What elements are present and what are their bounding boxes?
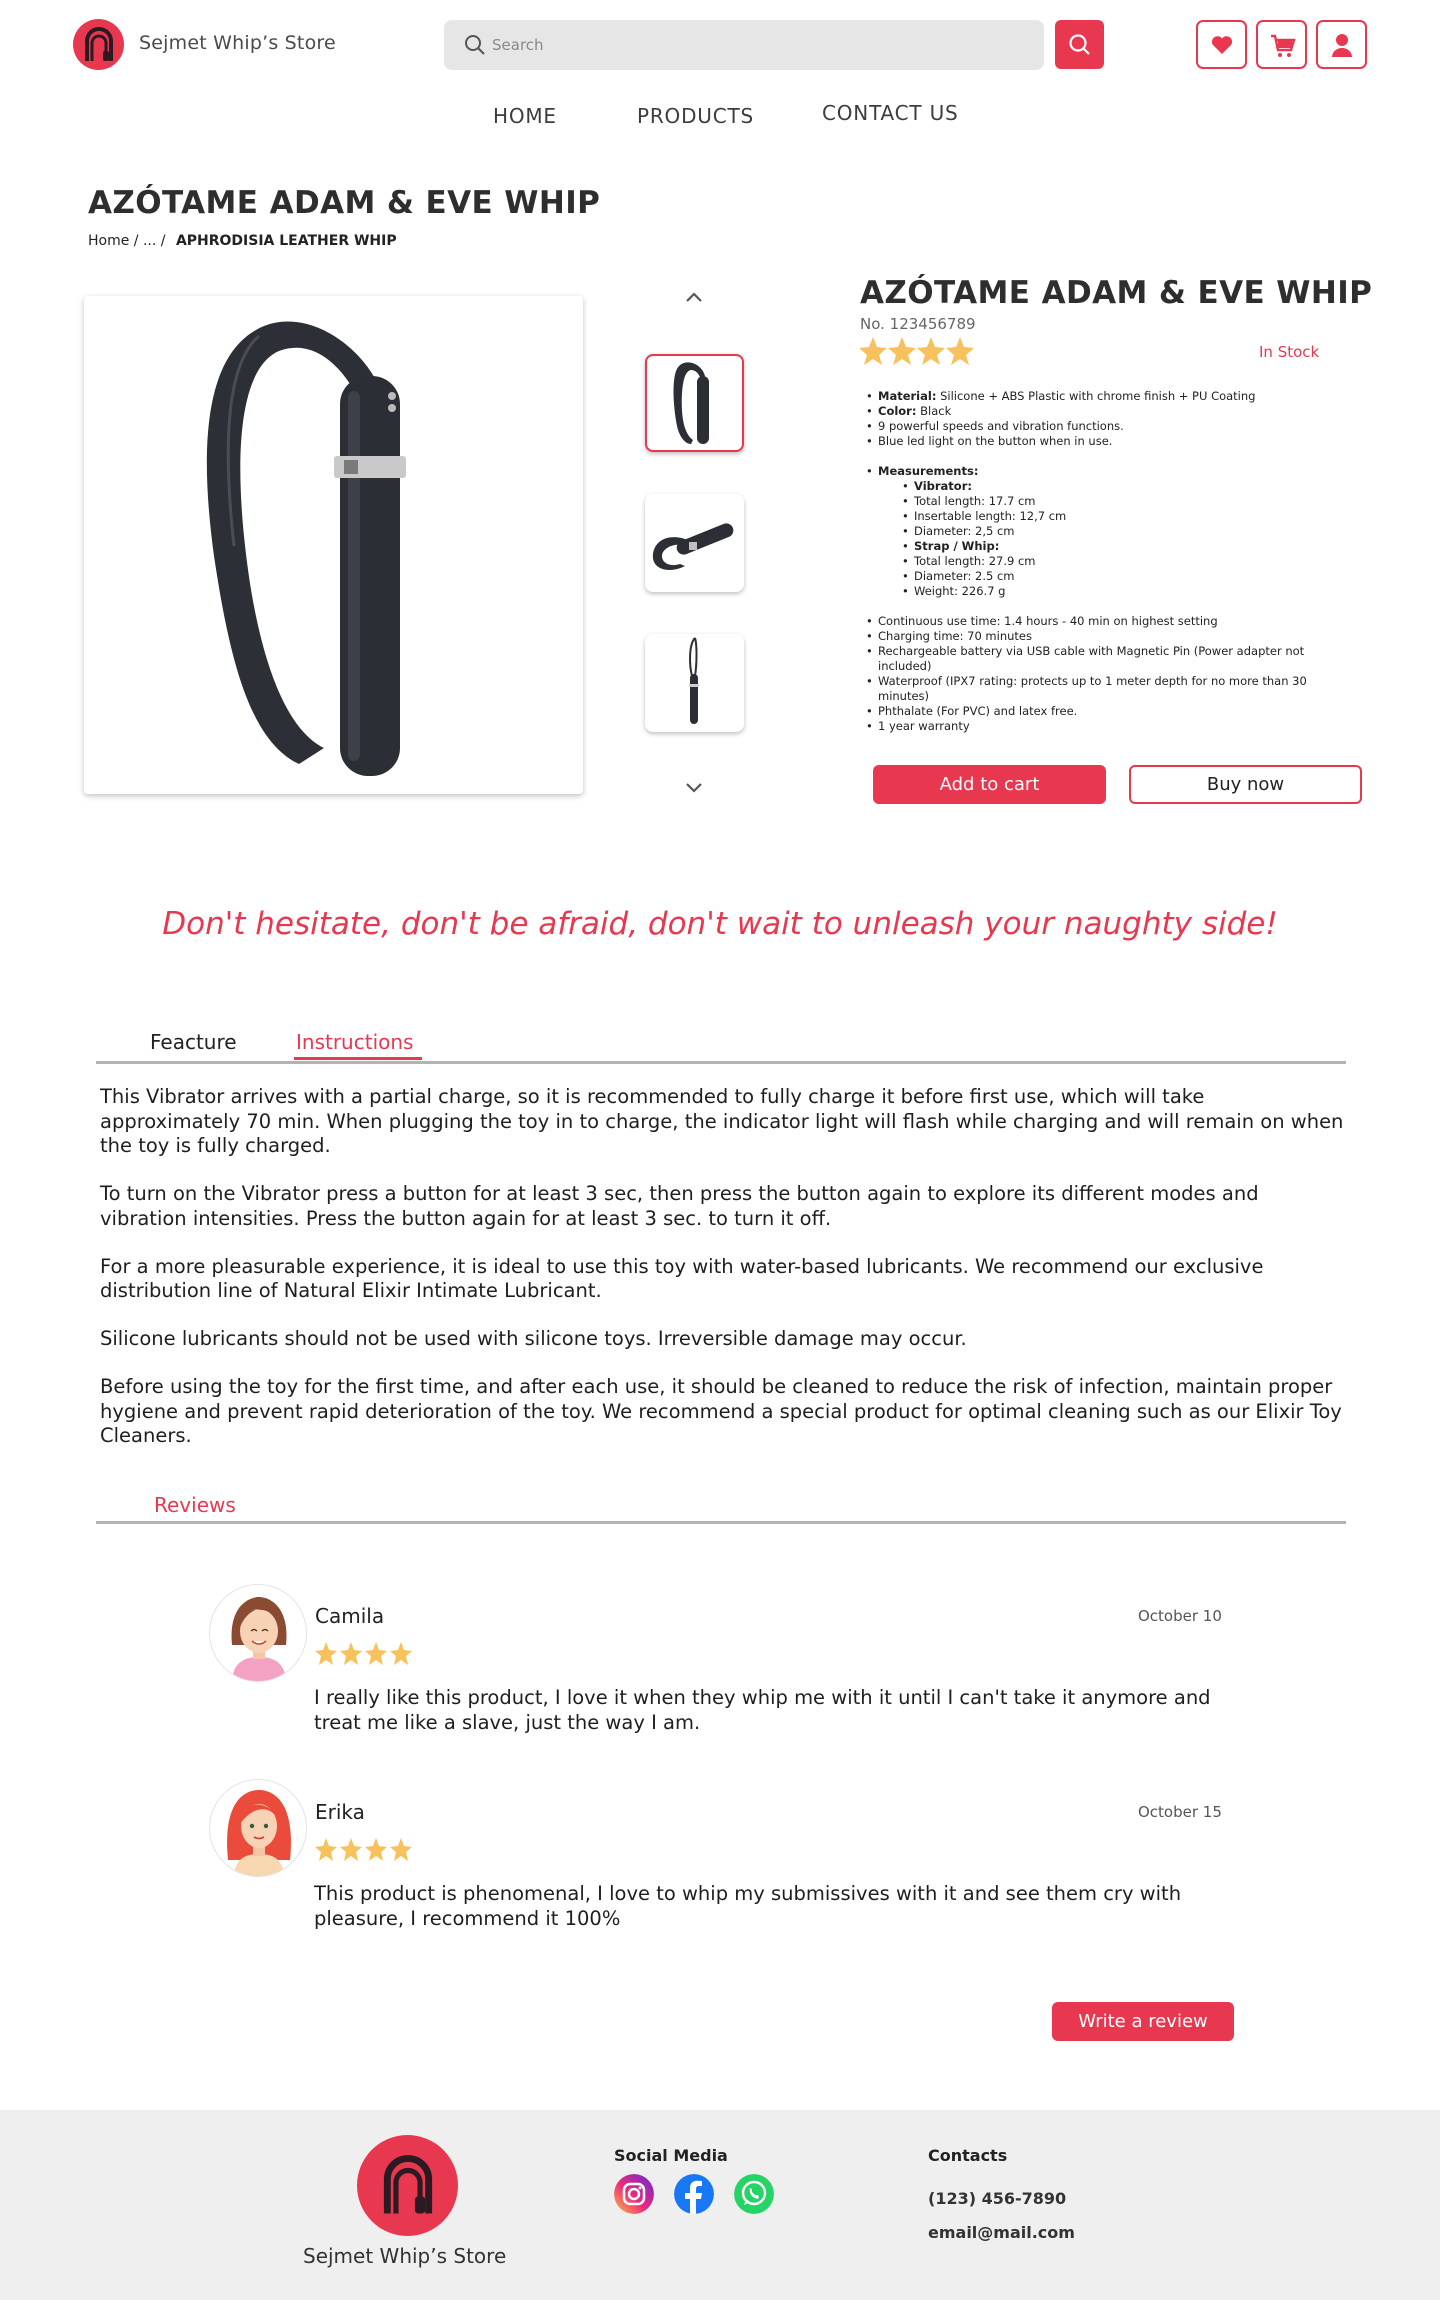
slogan: Don't hesitate, don't be afraid, don't w… (162, 906, 1278, 942)
spec-strap: Strap / Whip: (902, 539, 1336, 554)
review-rating (315, 1642, 412, 1665)
avatar (209, 1584, 307, 1682)
footer-store-name: Sejmet Whip’s Store (303, 2244, 507, 2268)
account-button[interactable] (1316, 20, 1367, 69)
contact-email[interactable]: email@mail.com (928, 2223, 1075, 2242)
contact-phone[interactable]: (123) 456-7890 (928, 2189, 1066, 2208)
whip-thumbnail-image (689, 637, 699, 724)
wishlist-button[interactable] (1196, 20, 1247, 69)
instruction-paragraph: This Vibrator arrives with a partial cha… (100, 1085, 1344, 1157)
whatsapp-icon[interactable] (734, 2174, 774, 2214)
logo-whip-icon (383, 2155, 433, 2214)
reviews-divider (96, 1521, 1346, 1524)
product-title: AZÓTAME ADAM & EVE WHIP (860, 275, 1373, 311)
tab-feature[interactable]: Feacture (150, 1030, 237, 1054)
whip-thumbnail-image (652, 523, 734, 570)
spec-battery: Rechargeable battery via USB cable with … (866, 644, 1336, 674)
thumbnail-1[interactable] (645, 354, 744, 452)
user-icon (1332, 34, 1352, 57)
thumbnail-2[interactable] (645, 494, 744, 592)
spec-use-time: Continuous use time: 1.4 hours - 40 min … (866, 614, 1336, 629)
spec-light: Blue led light on the button when in use… (866, 434, 1336, 449)
logo-whip-icon (85, 27, 113, 61)
review-text: This product is phenomenal, I love to wh… (314, 1882, 1182, 1930)
tab-instructions[interactable]: Instructions (296, 1030, 413, 1054)
footer (0, 2110, 1440, 2300)
cart-button[interactable] (1256, 20, 1307, 69)
spec-vibrator: Vibrator: (902, 479, 1336, 494)
store-logo[interactable] (73, 19, 124, 70)
avatar (209, 1779, 307, 1877)
stock-status: In Stock (1259, 343, 1320, 361)
spec-vib-total: Total length: 17.7 cm (902, 494, 1336, 509)
buy-now-button[interactable]: Buy now (1129, 765, 1362, 804)
whip-image (206, 321, 406, 776)
instruction-paragraph: To turn on the Vibrator press a button f… (100, 1182, 1259, 1230)
breadcrumb: Home / ... / APHRODISIA LEATHER WHIP (88, 233, 397, 249)
chevron-up-icon[interactable] (682, 287, 706, 307)
spec-phthalate: Phthalate (For PVC) and latex free. (866, 704, 1336, 719)
chevron-down-icon[interactable] (682, 778, 706, 798)
heart-icon (1211, 36, 1233, 54)
review-date: October 15 (1138, 1803, 1222, 1821)
spec-strap-total: Total length: 27.9 cm (902, 554, 1336, 569)
review-text: I really like this product, I love it wh… (314, 1686, 1211, 1734)
spec-strap-weight: Weight: 226.7 g (902, 584, 1336, 599)
star-icon (859, 337, 974, 365)
search-input[interactable]: Search (492, 36, 544, 54)
tabs-divider (96, 1061, 1346, 1064)
spec-measurements: Measurements: Vibrator: Total length: 17… (866, 464, 1336, 599)
page-title: AZÓTAME ADAM & EVE WHIP (88, 185, 601, 221)
spec-material: Material: Silicone + ABS Plastic with ch… (866, 389, 1336, 404)
product-rating (859, 337, 974, 365)
active-tab-indicator (294, 1057, 422, 1060)
instruction-paragraph: Silicone lubricants should not be used w… (100, 1327, 967, 1350)
store-name[interactable]: Sejmet Whip’s Store (139, 32, 336, 54)
product-number: No. 123456789 (860, 315, 976, 333)
social-media-heading: Social Media (614, 2146, 728, 2165)
star-icon (315, 1838, 412, 1861)
breadcrumb-separator: / ... / (133, 233, 166, 249)
instruction-paragraph: Before using the toy for the first time,… (100, 1375, 1342, 1447)
facebook-icon[interactable] (674, 2174, 714, 2214)
breadcrumb-current: APHRODISIA LEATHER WHIP (175, 233, 397, 249)
whip-thumbnail-image (673, 362, 709, 444)
contacts-heading: Contacts (928, 2146, 1008, 2165)
review-date: October 10 (1138, 1607, 1222, 1625)
search-icon (465, 35, 485, 55)
instructions-content: This Vibrator arrives with a partial cha… (100, 1085, 1345, 1472)
review-rating (315, 1838, 412, 1861)
reviewer-name: Erika (315, 1800, 365, 1824)
spec-vib-insertable: Insertable length: 12,7 cm (902, 509, 1336, 524)
add-to-cart-button[interactable]: Add to cart (873, 765, 1106, 804)
spec-color: Color: Black (866, 404, 1336, 419)
reviewer-avatar-erika (227, 1790, 291, 1876)
breadcrumb-home[interactable]: Home (88, 233, 129, 249)
spec-vib-diameter: Diameter: 2,5 cm (902, 524, 1336, 539)
cart-icon (1271, 34, 1296, 57)
spec-warranty: 1 year warranty (866, 719, 1336, 734)
search-button[interactable] (1055, 20, 1104, 69)
star-icon (315, 1642, 412, 1665)
reviews-heading: Reviews (154, 1493, 236, 1517)
nav-home[interactable]: HOME (493, 104, 557, 128)
spec-strap-diameter: Diameter: 2.5 cm (902, 569, 1336, 584)
write-review-button[interactable]: Write a review (1052, 2002, 1234, 2041)
search-bar[interactable]: Search (444, 20, 1044, 70)
spec-waterproof: Waterproof (IPX7 rating: protects up to … (866, 674, 1336, 704)
spec-charging: Charging time: 70 minutes (866, 629, 1336, 644)
instagram-icon[interactable] (614, 2174, 654, 2214)
instruction-paragraph: For a more pleasurable experience, it is… (100, 1254, 1264, 1303)
reviewer-name: Camila (315, 1604, 385, 1628)
nav-products[interactable]: PRODUCTS (637, 104, 754, 128)
thumbnail-3[interactable] (645, 634, 744, 732)
search-icon (1069, 34, 1090, 55)
product-specs: Material: Silicone + ABS Plastic with ch… (866, 389, 1336, 734)
reviewer-avatar-camila (231, 1597, 287, 1681)
product-main-image[interactable] (84, 296, 583, 794)
nav-contact[interactable]: CONTACT US (822, 101, 959, 125)
footer-logo[interactable] (357, 2135, 458, 2236)
spec-speeds: 9 powerful speeds and vibration function… (866, 419, 1336, 434)
